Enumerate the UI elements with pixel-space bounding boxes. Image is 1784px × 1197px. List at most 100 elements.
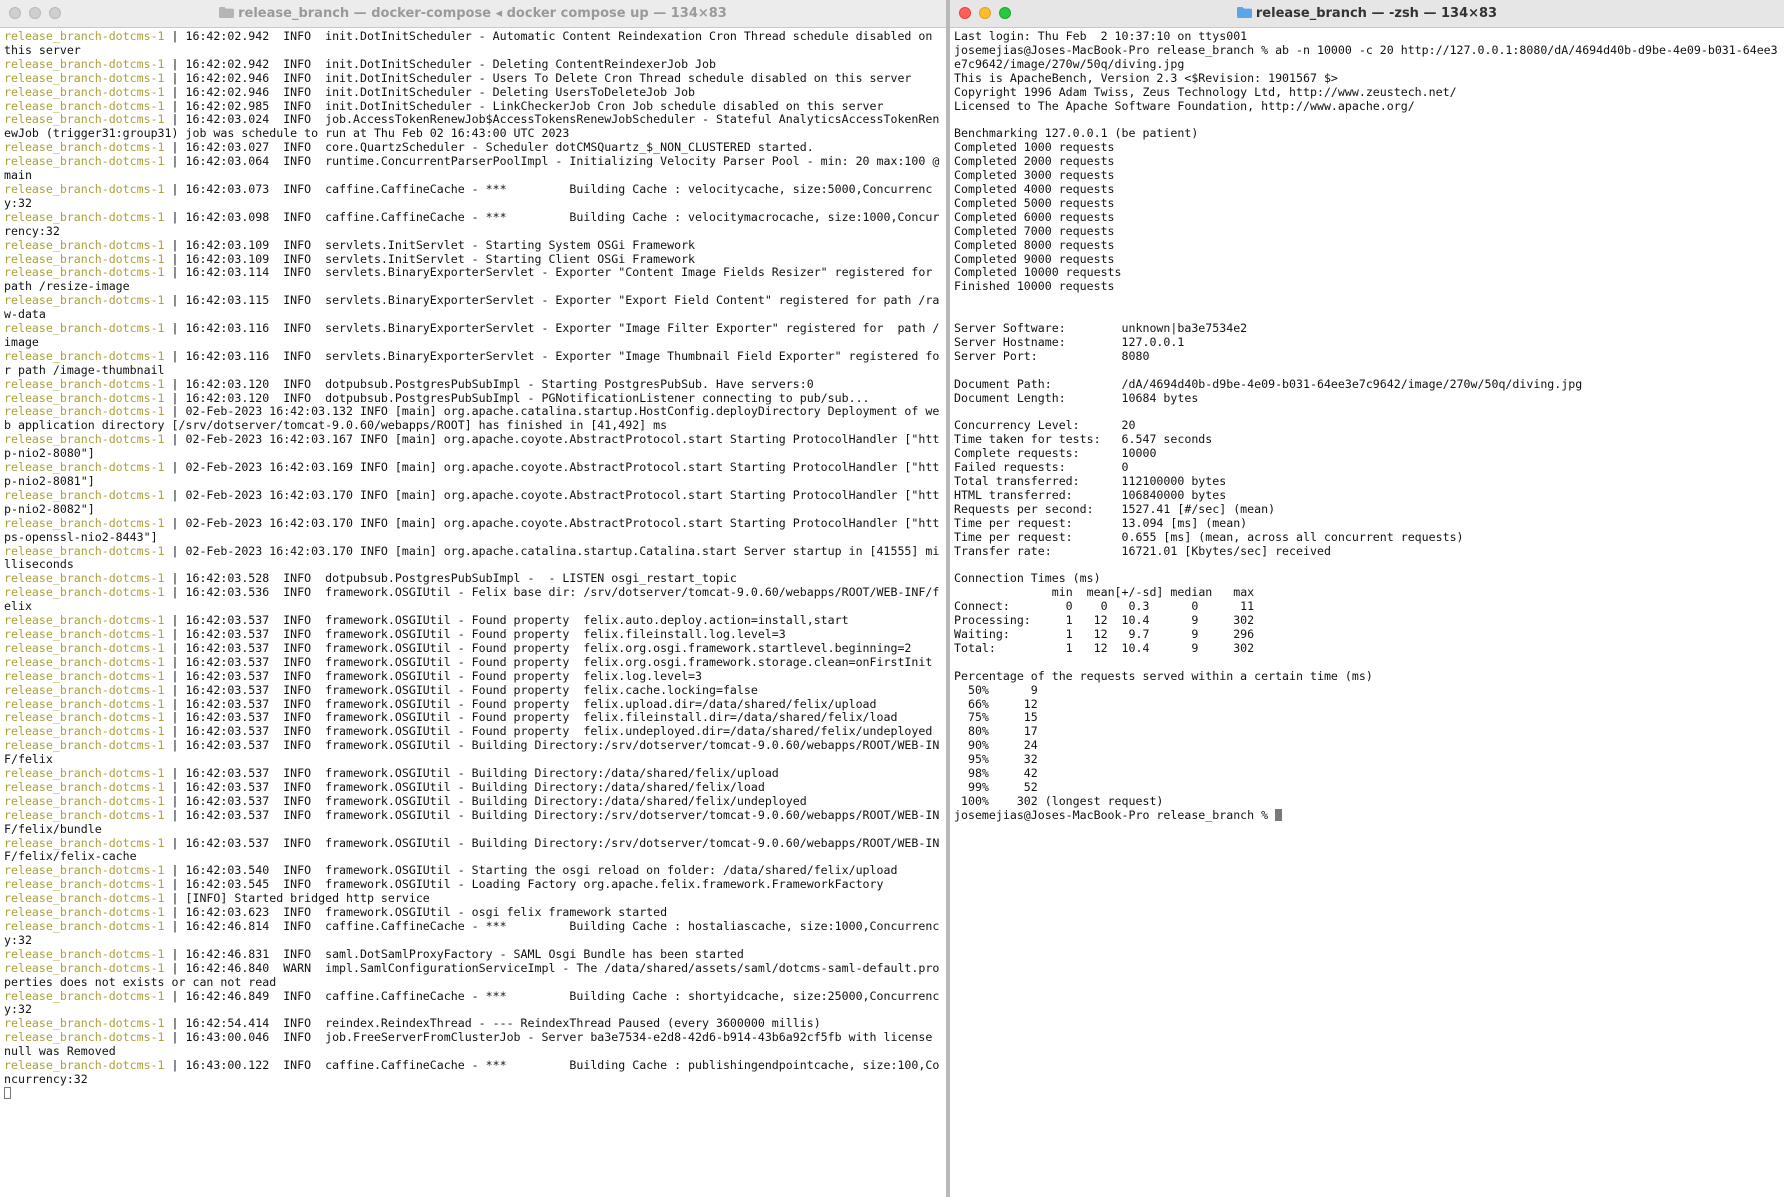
output-line: Document Path: /dA/4694d40b-d9be-4e09-b0… <box>954 376 1583 391</box>
log-line: release_branch-dotcms-1 | 02-Feb-2023 16… <box>4 405 942 433</box>
output-line: Completed 2000 requests <box>954 154 1115 169</box>
log-line: release_branch-dotcms-1 | 16:42:03.537 I… <box>4 668 942 684</box>
output-line: Total transferred: 112100000 bytes <box>954 474 1227 488</box>
log-text: | 16:42:03.537 INFO framework.OSGIUtil -… <box>164 682 758 697</box>
window-title-text: release_branch — -zsh — 134×83 <box>1255 6 1498 21</box>
prompt-line[interactable]: josemejias@Joses-MacBook-Pro release_bra… <box>954 808 1780 823</box>
output-line: 99% 52 <box>954 779 1038 794</box>
log-text: | 16:42:03.545 INFO framework.OSGIUtil -… <box>164 877 884 892</box>
log-line: release_branch-dotcms-1 | 02-Feb-2023 16… <box>4 544 942 573</box>
log-text: | 16:42:03.623 INFO framework.OSGIUtil -… <box>164 905 668 920</box>
output-line: Server Software: unknown|ba3e7534e2 <box>954 321 1248 336</box>
service-prefix: release_branch-dotcms-1 <box>4 237 165 252</box>
service-prefix: release_branch-dotcms-1 <box>4 70 165 85</box>
log-line: release_branch-dotcms-1 | 16:42:03.109 I… <box>4 251 942 267</box>
service-prefix: release_branch-dotcms-1 <box>4 348 165 363</box>
terminal-output[interactable]: Last login: Thu Feb 2 10:37:10 on ttys00… <box>950 28 1780 823</box>
output-line: Completed 10000 requests <box>954 265 1122 280</box>
service-prefix: release_branch-dotcms-1 <box>4 613 165 628</box>
output-line: Server Hostname: 127.0.0.1 <box>954 334 1185 349</box>
log-text: | 16:42:03.109 INFO servlets.InitServlet… <box>164 237 696 252</box>
service-prefix: release_branch-dotcms-1 <box>4 432 165 447</box>
log-line: release_branch-dotcms-1 | 16:42:03.027 I… <box>4 140 942 155</box>
log-line: release_branch-dotcms-1 | 16:42:03.537 I… <box>4 780 942 795</box>
log-line: release_branch-dotcms-1 | 16:43:00.046 I… <box>4 1030 942 1059</box>
log-line: release_branch-dotcms-1 | 16:42:03.120 I… <box>4 391 942 406</box>
log-line: release_branch-dotcms-1 | 16:42:46.814 I… <box>4 919 942 948</box>
log-line: release_branch-dotcms-1 | 16:42:02.985 I… <box>4 99 942 114</box>
output-line: Server Port: 8080 <box>954 348 1150 363</box>
output-line: Failed requests: 0 <box>954 460 1129 475</box>
log-text: | 16:42:03.537 INFO framework.OSGIUtil -… <box>164 793 807 808</box>
output-line: Connection Times (ms) <box>954 571 1101 586</box>
log-text: | 16:42:03.537 INFO framework.OSGIUtil -… <box>164 724 933 739</box>
minimize-button[interactable] <box>979 7 991 19</box>
terminal-output[interactable]: release_branch-dotcms-1 | 16:42:02.942 I… <box>0 28 942 1101</box>
log-line: release_branch-dotcms-1 | 16:42:03.540 I… <box>4 863 942 878</box>
service-prefix: release_branch-dotcms-1 <box>4 696 165 711</box>
log-line: release_branch-dotcms-1 | 02-Feb-2023 16… <box>4 488 942 517</box>
log-line: release_branch-dotcms-1 | 16:42:03.537 I… <box>4 640 942 656</box>
output-line: Last login: Thu Feb 2 10:37:10 on ttys00… <box>954 29 1248 43</box>
window-title: release_branch — docker-compose ◂ docker… <box>0 6 946 21</box>
window-titlebar[interactable]: release_branch — -zsh — 134×83 <box>950 0 1784 28</box>
log-line: release_branch-dotcms-1 | 16:42:03.537 I… <box>4 807 942 837</box>
service-prefix: release_branch-dotcms-1 <box>4 571 165 586</box>
text-cursor <box>1275 808 1283 821</box>
output-line: josemejias@Joses-MacBook-Pro release_bra… <box>954 42 1778 71</box>
zoom-button[interactable] <box>999 7 1011 19</box>
service-prefix: release_branch-dotcms-1 <box>4 626 165 641</box>
log-line: release_branch-dotcms-1 | 16:42:03.623 I… <box>4 905 942 920</box>
output-line: Completed 6000 requests <box>954 209 1115 224</box>
log-text: | 16:42:03.537 INFO framework.OSGIUtil -… <box>164 668 703 683</box>
log-line: release_branch-dotcms-1 | 16:42:02.942 I… <box>4 29 942 58</box>
output-line: min mean[+/-sd] median max <box>954 585 1255 600</box>
log-line: release_branch-dotcms-1 | [INFO] Started… <box>4 891 942 906</box>
log-text: | 16:42:03.537 INFO framework.OSGIUtil -… <box>164 710 898 725</box>
service-prefix: release_branch-dotcms-1 <box>4 682 165 697</box>
log-text: | 16:42:03.537 INFO framework.OSGIUtil -… <box>164 626 786 641</box>
log-text: | 16:42:03.109 INFO servlets.InitServlet… <box>164 251 696 266</box>
log-line: release_branch-dotcms-1 | 16:42:03.109 I… <box>4 237 942 253</box>
output-line: Complete requests: 10000 <box>954 446 1157 461</box>
log-text: | 16:42:03.537 INFO framework.OSGIUtil -… <box>164 640 912 655</box>
log-line: release_branch-dotcms-1 | 16:42:02.946 I… <box>4 70 942 86</box>
log-line: release_branch-dotcms-1 | 16:42:46.831 I… <box>4 947 942 962</box>
log-text: | 16:42:03.537 INFO framework.OSGIUtil -… <box>164 766 779 781</box>
log-line: release_branch-dotcms-1 | 16:42:03.114 I… <box>4 265 942 294</box>
minimize-button[interactable] <box>29 7 41 19</box>
log-line: release_branch-dotcms-1 | 16:42:03.537 I… <box>4 696 942 712</box>
output-line: 100% 302 (longest request) <box>954 793 1164 808</box>
service-prefix: release_branch-dotcms-1 <box>4 835 165 850</box>
service-prefix: release_branch-dotcms-1 <box>4 891 165 906</box>
close-button[interactable] <box>959 7 971 19</box>
log-line: release_branch-dotcms-1 | 16:42:03.064 I… <box>4 154 942 183</box>
log-line: release_branch-dotcms-1 | 16:42:03.537 I… <box>4 655 942 670</box>
service-prefix: release_branch-dotcms-1 <box>4 807 165 822</box>
log-line: release_branch-dotcms-1 | 02-Feb-2023 16… <box>4 432 942 461</box>
output-line: Waiting: 1 12 9.7 9 296 <box>954 626 1255 641</box>
log-line: release_branch-dotcms-1 | 16:42:03.537 I… <box>4 724 942 739</box>
log-text: | 16:42:02.946 INFO init.DotInitSchedule… <box>164 84 696 99</box>
output-line: 75% 15 <box>954 710 1038 725</box>
service-prefix: release_branch-dotcms-1 <box>4 877 165 892</box>
output-line: Finished 10000 requests <box>954 279 1115 294</box>
terminal-window-zsh[interactable]: release_branch — -zsh — 134×83 Last logi… <box>950 0 1784 1197</box>
zoom-button[interactable] <box>49 7 61 19</box>
log-line: release_branch-dotcms-1 | 16:42:54.414 I… <box>4 1016 942 1031</box>
window-titlebar[interactable]: release_branch — docker-compose ◂ docker… <box>0 0 946 28</box>
service-prefix: release_branch-dotcms-1 <box>4 738 165 753</box>
window-title-text: release_branch — docker-compose ◂ docker… <box>238 6 727 21</box>
log-text: | 16:42:03.120 INFO dotpubsub.PostgresPu… <box>164 376 814 391</box>
close-button[interactable] <box>9 7 21 19</box>
service-prefix: release_branch-dotcms-1 <box>4 668 165 683</box>
terminal-window-docker-compose[interactable]: release_branch — docker-compose ◂ docker… <box>0 0 946 1197</box>
output-line: 95% 32 <box>954 752 1038 767</box>
log-line: release_branch-dotcms-1 | 16:42:03.120 I… <box>4 376 942 392</box>
log-line: release_branch-dotcms-1 | 16:42:03.098 I… <box>4 210 942 239</box>
